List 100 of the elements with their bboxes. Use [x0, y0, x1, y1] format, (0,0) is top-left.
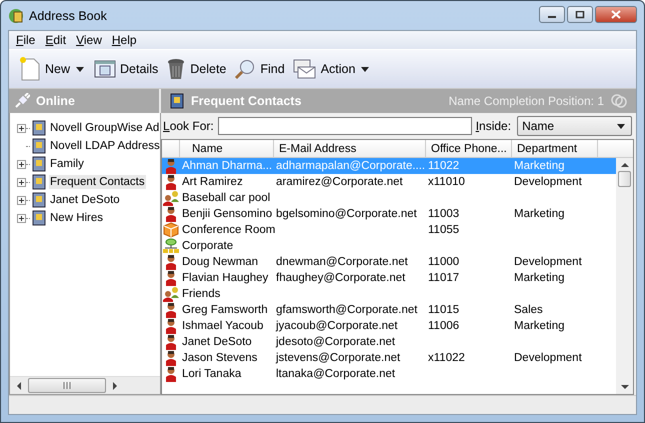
vertical-scrollbar[interactable] — [616, 158, 633, 394]
person-icon — [165, 158, 177, 174]
table-row[interactable]: Conference Room 11055 — [162, 222, 616, 238]
tree-item[interactable]: Novell LDAP Address — [49, 139, 161, 153]
page-icon — [19, 57, 41, 81]
horizontal-scrollbar[interactable] — [10, 376, 160, 394]
table-cell-text: Lori Tanaka — [181, 368, 242, 380]
linked-rings-icon — [610, 92, 628, 110]
column-header[interactable]: Name — [180, 140, 274, 157]
column-header[interactable]: Office Phone... — [426, 140, 512, 157]
window-card-icon — [94, 59, 116, 79]
arrow-down-icon — [620, 385, 628, 390]
plug-icon — [14, 93, 30, 109]
table-cell-text: bgelsomino@Corporate.net — [275, 208, 418, 220]
globe-book-icon — [8, 8, 24, 24]
tree-item[interactable]: Frequent Contacts — [49, 175, 146, 189]
tree-item[interactable]: Family — [49, 157, 85, 171]
people-icon — [163, 286, 179, 302]
inside-dropdown[interactable]: Name — [517, 116, 632, 136]
menu-item[interactable]: File — [13, 33, 42, 47]
trash-can-icon — [166, 57, 186, 81]
arrow-left-icon — [16, 382, 22, 390]
tree-item[interactable]: Janet DeSoto — [49, 193, 121, 207]
table-cell-text: Development — [513, 256, 583, 268]
table-row[interactable]: Janet DeSoto jdesoto@Corporate.net — [162, 334, 616, 350]
caret-icon — [617, 124, 625, 128]
table-cell-text: Corporate — [181, 240, 234, 252]
table-cell-text: Marketing — [513, 272, 566, 284]
table-cell-text: 11055 — [427, 224, 460, 236]
table-cell-text: jyacoub@Corporate.net — [274, 320, 399, 332]
table-cell-text: Greg Famsworth — [181, 304, 269, 316]
delete-button[interactable]: Delete — [162, 54, 230, 84]
book-icon — [31, 156, 47, 172]
look-for-label: Look For: — [163, 119, 214, 133]
maximize-button[interactable] — [567, 6, 593, 23]
book-icon — [31, 174, 47, 190]
table-cell-text: Jason Stevens — [181, 352, 258, 364]
table-cell-text: Development — [513, 176, 583, 188]
table-cell-text: gfamsworth@Corporate.net — [275, 304, 418, 316]
table-cell-text: Marketing — [513, 208, 566, 220]
look-for-field[interactable] — [218, 117, 472, 135]
table-cell-text: Benjii Gensomino — [181, 208, 274, 220]
person-icon — [165, 270, 177, 286]
table-cell-text: dnewman@Corporate.net — [275, 256, 409, 268]
table-cell-text: Baseball car pool — [181, 192, 270, 204]
table-cell-text: 11000 — [427, 256, 460, 268]
expand-toggle[interactable] — [17, 124, 26, 132]
action-button[interactable]: Action — [288, 54, 360, 84]
table-row[interactable]: Benjii Gensomino bgelsomino@Corporate.net 11003 Marketing — [162, 206, 616, 222]
envelope-icon — [292, 58, 317, 80]
person-icon — [165, 318, 177, 334]
person-icon — [165, 302, 177, 318]
table-cell-text: aramirez@Corporate.net — [275, 176, 404, 188]
table-cell-text: 11003 — [427, 208, 460, 220]
menu-item[interactable]: View — [73, 33, 109, 47]
table-row[interactable]: Doug Newman dnewman@Corporate.net 11000 Development — [162, 254, 616, 270]
column-header[interactable]: Department — [512, 140, 598, 157]
menu-item[interactable]: Edit — [42, 33, 74, 47]
table-row[interactable]: Art Ramirez aramirez@Corporate.net x11010 Development — [162, 174, 616, 190]
book-icon — [31, 192, 47, 208]
table-row[interactable]: Corporate — [162, 238, 616, 254]
table-row[interactable]: Ishmael Yacoub jyacoub@Corporate.net 11006 Marketing — [162, 318, 616, 334]
table-row[interactable]: Baseball car pool — [162, 190, 616, 206]
completion-position: Name Completion Position: 1 — [448, 94, 604, 108]
table-cell-text: 11017 — [427, 272, 460, 284]
table-cell-text: Development — [513, 352, 583, 364]
expand-toggle[interactable] — [17, 178, 26, 186]
book-icon — [31, 120, 47, 136]
table-cell-text: Janet DeSoto — [181, 336, 253, 348]
table-row[interactable]: Lori Tanaka ltanaka@Corporate.net — [162, 366, 616, 382]
close-button[interactable] — [595, 6, 637, 23]
table-row[interactable]: Jason Stevens jstevens@Corporate.net x11022 Development — [162, 350, 616, 366]
column-header[interactable]: E-Mail Address — [274, 140, 426, 157]
pane-title: Online — [36, 94, 75, 108]
book-icon — [31, 210, 47, 226]
book-icon — [169, 93, 185, 109]
table-row[interactable]: Flavian Haughey fhaughey@Corporate.net 11017 Marketing — [162, 270, 616, 286]
table-cell-text: 11006 — [427, 320, 460, 332]
table-row[interactable]: Friends — [162, 286, 616, 302]
tree-item[interactable]: New Hires — [49, 211, 104, 225]
table-cell-text: Conference Room — [181, 224, 274, 236]
table-cell-text: Flavian Haughey — [181, 272, 270, 284]
person-icon — [165, 206, 177, 222]
scroll-thumb[interactable] — [618, 171, 631, 187]
table-cell-text: jdesoto@Corporate.net — [274, 336, 396, 348]
new-button[interactable]: New — [15, 54, 74, 84]
tree-item[interactable]: Novell GroupWise Ad — [49, 121, 160, 135]
table-cell-text: x11022 — [427, 352, 466, 364]
details-button[interactable]: Details — [90, 54, 162, 84]
expand-toggle[interactable] — [17, 160, 26, 168]
table-cell-text: x11010 — [427, 176, 466, 188]
table-row[interactable]: Greg Famsworth gfamsworth@Corporate.net 11015 Sales — [162, 302, 616, 318]
person-icon — [165, 334, 177, 350]
menu-item[interactable]: Help — [108, 33, 144, 47]
expand-toggle[interactable] — [17, 214, 26, 222]
expand-toggle[interactable] — [17, 196, 26, 204]
scroll-thumb[interactable] — [28, 378, 106, 393]
minimize-button[interactable] — [539, 6, 565, 23]
find-button[interactable]: Find — [230, 54, 289, 84]
table-cell-text: fhaughey@Corporate.net — [275, 272, 406, 284]
